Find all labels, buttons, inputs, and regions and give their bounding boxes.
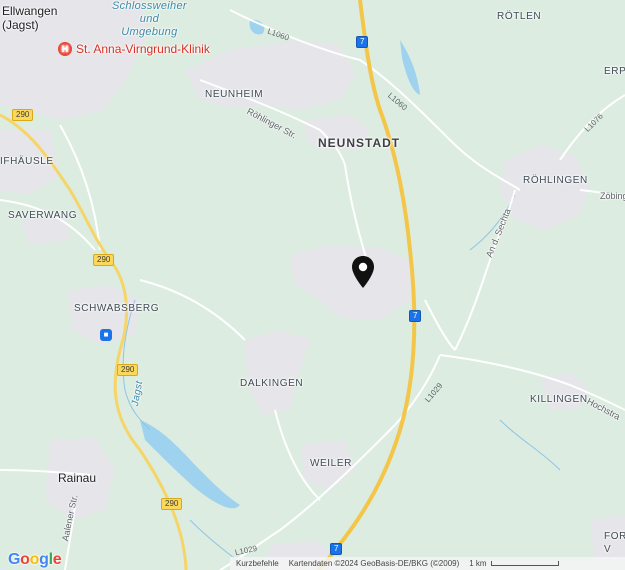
label-rainau[interactable]: Rainau <box>58 471 96 485</box>
label-roehlingen-text: RÖHLINGEN <box>523 175 588 186</box>
map-canvas[interactable]: Ellwangen (Jagst) Schlossweiher und Umge… <box>0 0 625 570</box>
label-weiler[interactable]: WEILER <box>310 458 352 469</box>
label-forv-text: FOR V <box>604 531 625 555</box>
label-killingen[interactable]: KILLINGEN <box>530 394 588 405</box>
label-roetlen-text: RÖTLEN <box>497 11 542 22</box>
label-ellwangen-text: Ellwangen (Jagst) <box>2 4 58 32</box>
label-roetlen[interactable]: RÖTLEN <box>497 11 541 22</box>
label-erp[interactable]: ERP <box>604 66 625 77</box>
label-erp-text: ERP <box>604 66 625 77</box>
label-weiler-text: WEILER <box>310 458 352 469</box>
shield-a7c: 7 <box>330 543 343 555</box>
scale-bar <box>490 561 559 566</box>
shield-b290c: 290 <box>117 364 139 376</box>
label-forv[interactable]: FOR V <box>604 530 625 556</box>
shield-a7a: 7 <box>356 36 369 48</box>
label-rainau-text: Rainau <box>58 471 97 485</box>
label-neunheim-text: NEUNHEIM <box>205 89 264 100</box>
label-schlossweiher[interactable]: Schlossweiher und Umgebung <box>112 0 187 39</box>
label-dalkingen-text: DALKINGEN <box>240 378 304 389</box>
shield-b290d: 290 <box>161 498 183 510</box>
map-attribution: Kartendaten ©2024 GeoBasis-DE/BKG (©2009… <box>288 559 460 568</box>
train-station-icon[interactable]: ■ <box>100 329 112 341</box>
scale-indicator[interactable]: 1 km <box>469 559 559 568</box>
label-killingen-text: KILLINGEN <box>530 394 588 405</box>
label-dalkingen[interactable]: DALKINGEN <box>240 378 303 389</box>
label-ifhaeusle-text: IFHÄUSLE <box>0 156 54 167</box>
label-ellwangen[interactable]: Ellwangen (Jagst) <box>2 4 57 32</box>
shield-b290b: 290 <box>93 254 115 266</box>
keyboard-shortcuts-link[interactable]: Kurzbefehle <box>236 559 279 568</box>
label-ifhaeusle[interactable]: IFHÄUSLE <box>0 156 54 167</box>
location-pin-icon[interactable] <box>351 255 375 289</box>
label-schlossweiher-text: Schlossweiher und Umgebung <box>112 0 187 38</box>
label-neunstadt[interactable]: NEUNSTADT <box>318 136 400 150</box>
label-schwabsberg-text: SCHWABSBERG <box>74 303 160 314</box>
label-roehlingen[interactable]: RÖHLINGEN <box>523 175 588 186</box>
hospital-icon: H <box>58 42 72 56</box>
shield-a7b: 7 <box>409 310 422 322</box>
map-footer: Kurzbefehle Kartendaten ©2024 GeoBasis-D… <box>230 557 625 570</box>
google-logo: Google <box>8 551 62 568</box>
poi-klinik-label: St. Anna-Virngrund-Klinik <box>76 42 210 56</box>
scale-label: 1 km <box>469 559 487 568</box>
label-saverwang[interactable]: SAVERWANG <box>8 210 77 221</box>
label-neunstadt-text: NEUNSTADT <box>318 136 401 150</box>
label-schwabsberg[interactable]: SCHWABSBERG <box>74 303 159 314</box>
label-zoebingen[interactable]: Zöbing <box>600 191 625 201</box>
label-zoebingen-text: Zöbing <box>600 191 625 201</box>
label-saverwang-text: SAVERWANG <box>8 210 78 221</box>
label-neunheim[interactable]: NEUNHEIM <box>205 89 263 100</box>
shield-b290a: 290 <box>12 109 34 121</box>
poi-klinik[interactable]: H St. Anna-Virngrund-Klinik <box>58 42 210 56</box>
